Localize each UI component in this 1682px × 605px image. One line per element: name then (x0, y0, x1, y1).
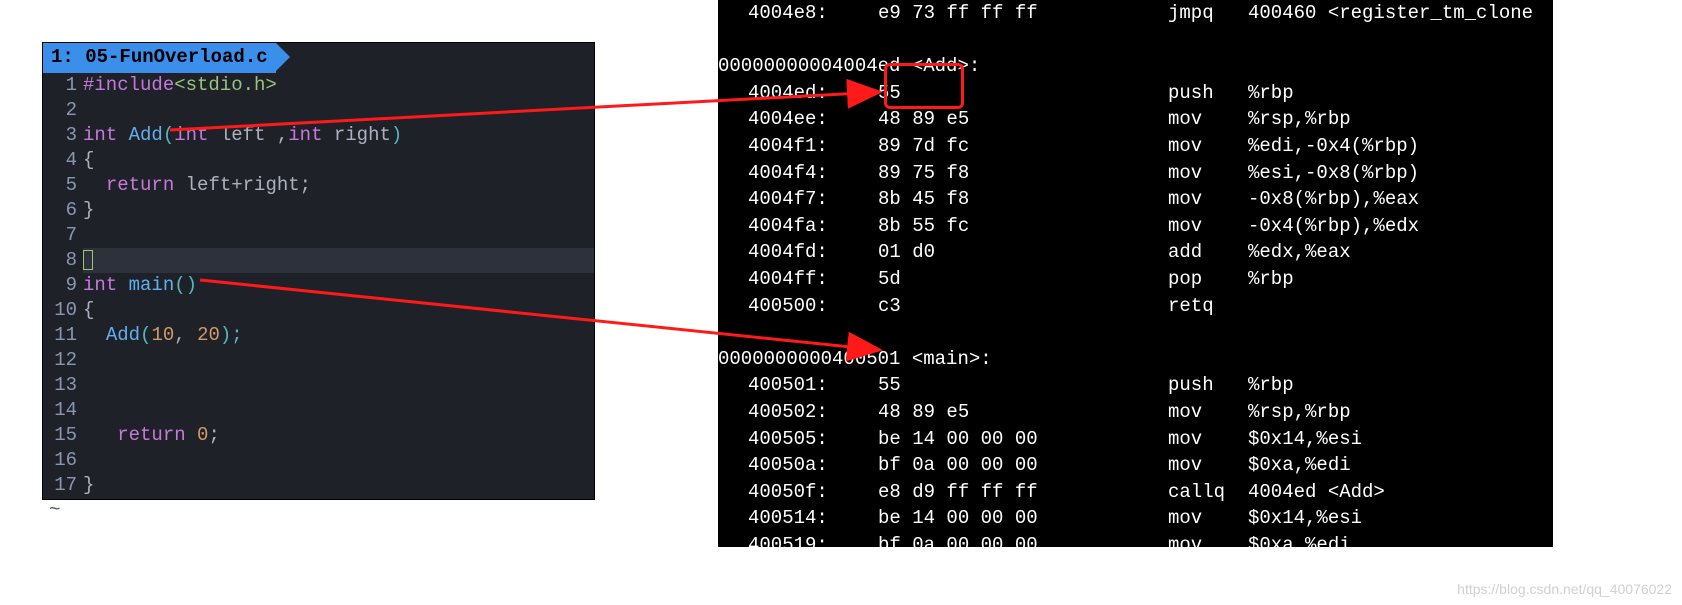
editor-tab[interactable]: 1: 05-FunOverload.c (43, 43, 276, 73)
terminal-line: 4004ff:5dpop%rbp (718, 266, 1553, 293)
code-line-current (83, 248, 594, 273)
code-line (83, 98, 594, 123)
code-line: { (83, 298, 594, 323)
code-line: { (83, 148, 594, 173)
terminal-line: 0000000000400501 <main>: (718, 346, 1553, 373)
code-line (83, 448, 594, 473)
terminal-line: 400502:48 89 e5mov%rsp,%rbp (718, 399, 1553, 426)
code-content[interactable]: #include<stdio.h> int Add(int left ,int … (83, 73, 594, 498)
terminal-line: 400505:be 14 00 00 00mov$0x14,%esi (718, 426, 1553, 453)
code-line (83, 348, 594, 373)
code-line (83, 223, 594, 248)
terminal-line: 4004ee:48 89 e5mov%rsp,%rbp (718, 106, 1553, 133)
terminal-line: 40050f:e8 d9 ff ff ffcallq4004ed <Add> (718, 479, 1553, 506)
terminal-line (718, 319, 1553, 346)
terminal-line: 4004f1:89 7d fcmov%edi,-0x4(%rbp) (718, 133, 1553, 160)
terminal-line: 00000000004004ed <Add>: (718, 53, 1553, 80)
code-line: Add(10, 20); (83, 323, 594, 348)
line-number-gutter: 123 456 789 101112 131415 1617 (43, 73, 83, 498)
code-line: return 0; (83, 423, 594, 448)
terminal-line: 4004f4:89 75 f8mov%esi,-0x8(%rbp) (718, 160, 1553, 187)
terminal-line: 40050a:bf 0a 00 00 00mov$0xa,%edi (718, 452, 1553, 479)
code-line: #include<stdio.h> (83, 73, 594, 98)
terminal-line: 4004fd:01 d0add%edx,%eax (718, 239, 1553, 266)
code-line: return left+right; (83, 173, 594, 198)
code-line: } (83, 198, 594, 223)
watermark-text: https://blog.csdn.net/qq_40076022 (1457, 581, 1672, 597)
code-line (83, 373, 594, 398)
terminal-line: 4004f7:8b 45 f8mov-0x8(%rbp),%eax (718, 186, 1553, 213)
cursor-icon (83, 250, 93, 270)
code-line: int main() (83, 273, 594, 298)
terminal-line: 400500:c3retq (718, 293, 1553, 320)
terminal-line: 4004ed:55push%rbp (718, 80, 1553, 107)
disassembly-terminal[interactable]: 4004e8:e9 73 ff ff ffjmpq400460 <registe… (718, 0, 1553, 547)
code-line: } (83, 473, 594, 498)
terminal-line: 400514:be 14 00 00 00mov$0x14,%esi (718, 505, 1553, 532)
code-line: int Add(int left ,int right) (83, 123, 594, 148)
terminal-line: 4004fa:8b 55 fcmov-0x4(%rbp),%edx (718, 213, 1553, 240)
code-line (83, 398, 594, 423)
terminal-line: 400501:55push%rbp (718, 372, 1553, 399)
code-editor-panel: 1: 05-FunOverload.c 123 456 789 101112 1… (42, 42, 595, 500)
terminal-line (718, 27, 1553, 54)
terminal-line: 4004e8:e9 73 ff ff ffjmpq400460 <registe… (718, 0, 1553, 27)
editor-eof-tilde: ~ (43, 498, 594, 524)
terminal-line: 400519:bf 0a 00 00 00mov$0xa,%edi (718, 532, 1553, 547)
